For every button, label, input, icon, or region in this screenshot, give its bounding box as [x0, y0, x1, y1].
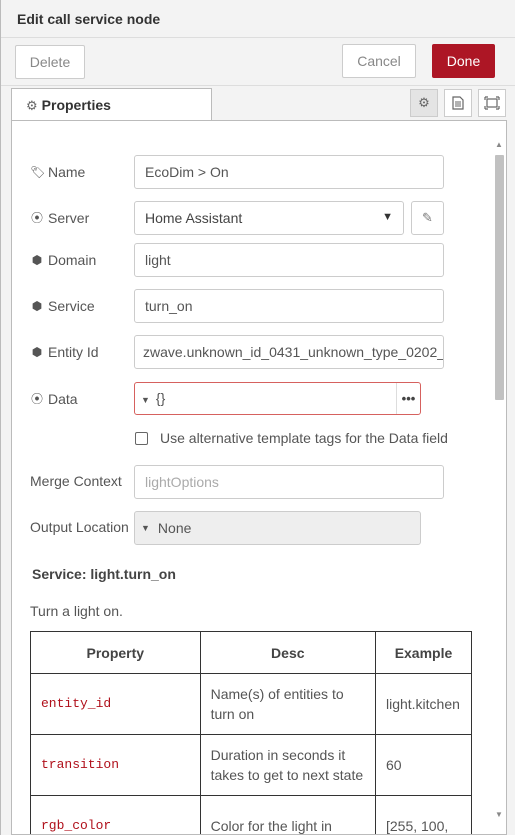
document-icon — [452, 96, 464, 110]
table-row: rgb_color Color for the light in [255, 1… — [30, 795, 473, 834]
server-select-value: Home Assistant — [145, 210, 243, 226]
caret-down-icon: ▼ — [141, 395, 150, 405]
property-cell: transition — [30, 734, 201, 796]
expand-editor-button[interactable]: ••• — [396, 383, 420, 414]
appearance-tab-icon[interactable] — [478, 89, 506, 117]
service-label: ⬢ Service — [31, 298, 95, 314]
scroll-down-arrow-icon[interactable]: ▼ — [494, 811, 504, 819]
dot-circle-icon: ⦿ — [30, 392, 43, 406]
domain-label: ⬢ Domain — [31, 252, 97, 268]
pencil-icon: ✎ — [422, 210, 433, 225]
dot-circle-icon: ⦿ — [30, 211, 43, 225]
scrollbar[interactable]: ▲ ▼ — [492, 135, 506, 825]
service-doc-table: Property Desc Example entity_id Name(s) … — [30, 631, 473, 834]
desc-cell: Color for the light in — [199, 795, 376, 834]
service-doc-title: Service: light.turn_on — [32, 566, 176, 582]
tray-title: Edit call service node — [1, 0, 515, 38]
property-cell: entity_id — [30, 673, 201, 735]
delete-button[interactable]: Delete — [15, 45, 85, 79]
column-header-property: Property — [30, 631, 201, 674]
example-cell: [255, 100, — [374, 795, 473, 834]
cube-icon: ⬢ — [31, 345, 43, 359]
caret-down-icon: ▼ — [141, 523, 150, 533]
name-input[interactable]: EcoDim > On — [134, 155, 444, 189]
output-location-label: Output Location — [30, 519, 129, 535]
entity-id-input[interactable]: zwave.unknown_id_0431_unknown_type_0202_ — [134, 335, 444, 369]
example-cell: light.kitchen — [374, 673, 473, 735]
data-type-selector[interactable]: ▼{} — [141, 390, 165, 406]
server-select[interactable]: Home Assistant ▼ — [134, 201, 404, 235]
name-label: 🏷︎ Name — [30, 164, 86, 180]
example-cell: 60 — [374, 734, 473, 796]
output-location-select[interactable]: ▼ None — [134, 511, 421, 545]
scrollbar-thumb[interactable] — [495, 155, 504, 400]
chevron-down-icon: ▼ — [382, 211, 393, 223]
desc-cell: Name(s) of entities to turn on — [199, 673, 376, 735]
done-button[interactable]: Done — [432, 44, 495, 78]
service-doc-description: Turn a light on. — [30, 603, 123, 619]
property-cell: rgb_color — [30, 795, 201, 834]
tag-icon: 🏷︎ — [30, 165, 46, 179]
properties-panel: ▲ ▼ 🏷︎ Name EcoDim > On ⦿ Server Home Assi… — [11, 120, 507, 835]
description-tab-icon[interactable] — [444, 89, 472, 117]
gear-icon: ⚙ — [26, 98, 38, 113]
alt-template-label: Use alternative template tags for the Da… — [160, 430, 448, 446]
table-row: entity_id Name(s) of entities to turn on… — [30, 673, 473, 735]
cube-icon: ⬢ — [31, 299, 43, 313]
data-label: ⦿ Data — [30, 390, 78, 407]
scroll-up-arrow-icon[interactable]: ▲ — [494, 141, 504, 149]
gear-icon: ⚙ — [418, 95, 430, 110]
tray-toolbar: Delete Cancel Done — [1, 38, 515, 86]
ellipsis-icon: ••• — [401, 391, 416, 406]
merge-context-input[interactable]: lightOptions — [134, 465, 444, 499]
cube-icon: ⬢ — [31, 253, 43, 267]
cancel-button[interactable]: Cancel — [342, 44, 416, 78]
server-label: ⦿ Server — [30, 209, 90, 226]
column-header-desc: Desc — [199, 631, 376, 674]
data-typed-input[interactable]: ▼{} ••• — [134, 382, 421, 415]
desc-cell: Duration in seconds it takes to get to n… — [199, 734, 376, 796]
domain-input[interactable]: light — [134, 243, 444, 277]
entity-id-label: ⬢ Entity Id — [31, 344, 99, 360]
column-header-example: Example — [374, 631, 473, 674]
settings-tab-icon[interactable]: ⚙ — [410, 89, 438, 117]
edit-server-button[interactable]: ✎ — [411, 201, 444, 235]
alt-template-row: Use alternative template tags for the Da… — [135, 430, 448, 446]
edit-node-tray: Edit call service node Delete Cancel Don… — [0, 0, 515, 835]
alt-template-checkbox[interactable] — [135, 431, 148, 445]
tab-properties-label: Properties — [41, 97, 111, 113]
tray-tabs: ⚙ Properties ⚙ — [1, 86, 515, 121]
merge-context-label: Merge Context — [30, 473, 122, 489]
frame-icon — [484, 96, 500, 110]
table-row: transition Duration in seconds it takes … — [30, 734, 473, 796]
tab-properties[interactable]: ⚙ Properties — [11, 88, 212, 121]
service-input[interactable]: turn_on — [134, 289, 444, 323]
